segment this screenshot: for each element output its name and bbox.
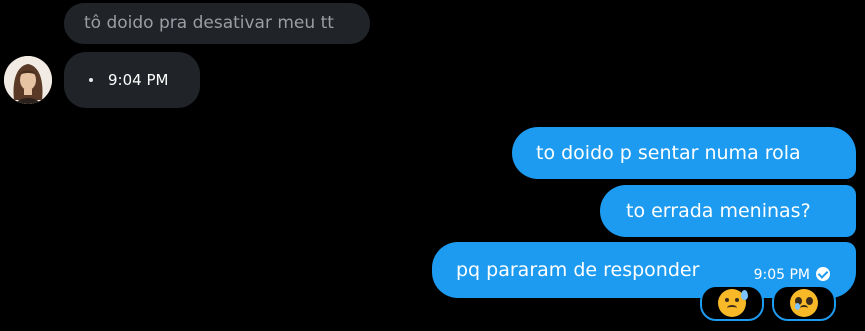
message-timestamp: 9:04 PM [108, 71, 169, 89]
downcast-face-with-sweat-icon [718, 289, 748, 317]
sent-message[interactable]: to doido p sentar numa rola [512, 127, 856, 179]
quoted-message[interactable]: tô doido pra desativar meu tt [64, 3, 370, 44]
read-check-icon [816, 267, 830, 281]
bullet-dot [89, 78, 93, 82]
avatar-image [4, 56, 52, 104]
received-message[interactable]: 9:04 PM [64, 52, 200, 108]
reaction-pleading[interactable] [772, 285, 836, 321]
message-meta: 9:05 PM [754, 266, 830, 284]
reaction-downcast-sweat[interactable] [700, 285, 764, 321]
sent-message-text: to doido p sentar numa rola [536, 142, 801, 164]
sent-message[interactable]: to errada meninas? [600, 185, 856, 237]
sent-message-text: to errada meninas? [626, 200, 811, 222]
sent-message-text: pq pararam de responder [456, 259, 700, 281]
quoted-message-text: tô doido pra desativar meu tt [84, 13, 334, 33]
message-timestamp: 9:05 PM [753, 267, 810, 283]
pleading-face-icon [790, 289, 818, 317]
avatar[interactable] [4, 56, 52, 104]
